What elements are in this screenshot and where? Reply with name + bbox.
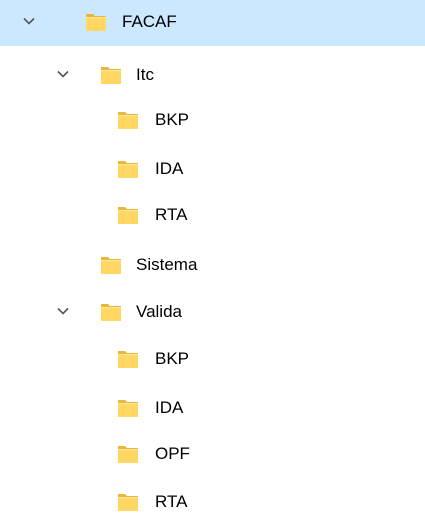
tree-item-label: RTA: [155, 205, 188, 224]
tree-item-valida[interactable]: Valida: [0, 291, 425, 331]
tree-item-label: Sistema: [136, 255, 198, 274]
tree-item-label: IDA: [155, 398, 184, 417]
folder-icon: [84, 10, 108, 34]
folder-icon: [116, 347, 140, 371]
folder-icon: [116, 490, 140, 514]
folder-tree: FACAF Itc BKP IDA RTA Sistema Valida BKP IDA OPF R…: [0, 0, 425, 519]
folder-icon: [116, 108, 140, 132]
folder-icon: [99, 63, 123, 87]
folder-icon: [116, 203, 140, 227]
chevron-down-icon[interactable]: [55, 303, 71, 319]
tree-item-rta[interactable]: RTA: [0, 194, 425, 234]
tree-item-sistema[interactable]: Sistema: [0, 244, 425, 284]
tree-item-label: BKP: [155, 349, 190, 368]
tree-item-opf[interactable]: OPF: [0, 433, 425, 473]
chevron-down-icon[interactable]: [21, 13, 37, 29]
folder-icon: [116, 442, 140, 466]
tree-item-bkp[interactable]: BKP: [0, 338, 425, 378]
tree-item-ida[interactable]: IDA: [0, 387, 425, 427]
tree-item-bkp[interactable]: BKP: [0, 99, 425, 139]
tree-item-label: BKP: [155, 110, 190, 129]
tree-item-label: FACAF: [122, 12, 177, 31]
folder-icon: [116, 157, 140, 181]
tree-item-rta[interactable]: RTA: [0, 481, 425, 519]
tree-item-facaf[interactable]: FACAF: [0, 0, 425, 46]
tree-item-itc[interactable]: Itc: [0, 54, 425, 94]
tree-item-label: Valida: [136, 302, 182, 321]
folder-icon: [99, 300, 123, 324]
folder-icon: [116, 396, 140, 420]
tree-item-label: IDA: [155, 159, 184, 178]
tree-item-label: Itc: [136, 65, 154, 84]
tree-item-label: OPF: [155, 444, 190, 463]
folder-icon: [99, 253, 123, 277]
tree-item-label: RTA: [155, 492, 188, 511]
tree-item-ida[interactable]: IDA: [0, 148, 425, 188]
chevron-down-icon[interactable]: [55, 66, 71, 82]
